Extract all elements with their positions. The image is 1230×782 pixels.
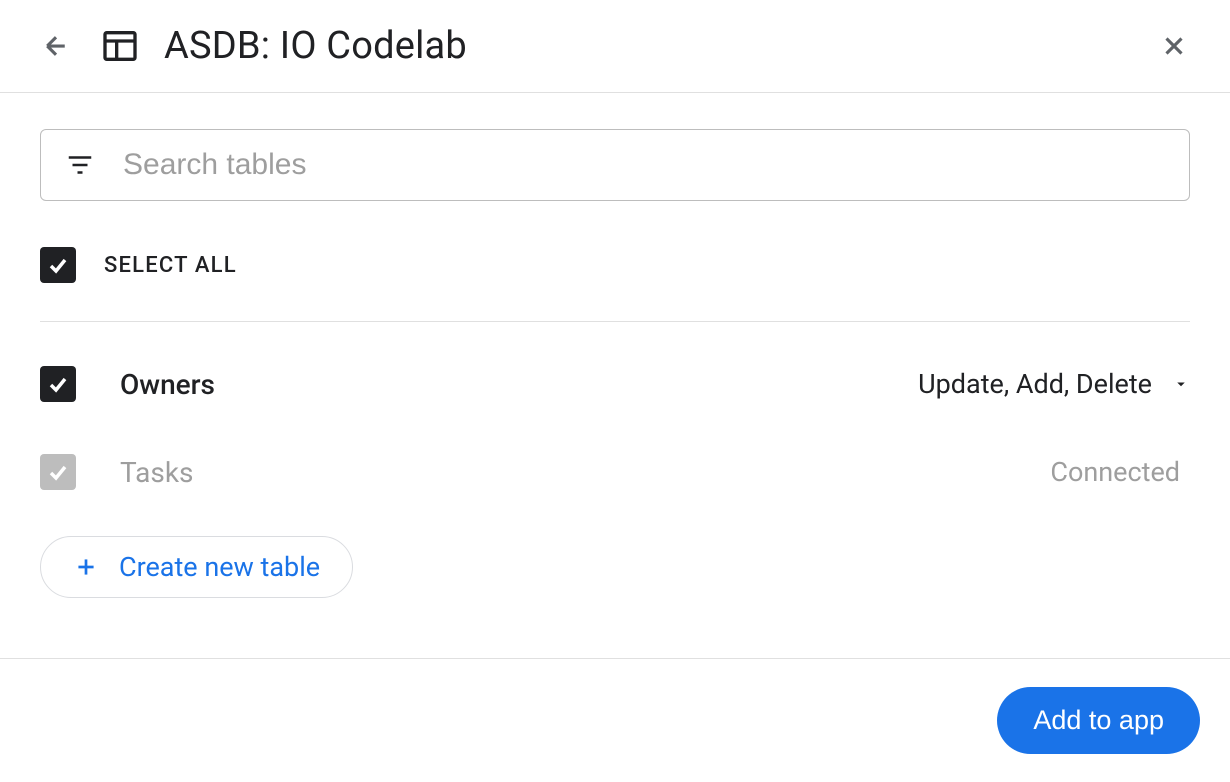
filter-icon [65,150,95,180]
table-name-owners: Owners [120,368,215,401]
back-arrow-icon[interactable] [40,30,72,62]
plus-icon [73,554,99,580]
select-all-label: SELECT ALL [104,253,237,278]
search-box[interactable] [40,129,1190,201]
permissions-label: Update, Add, Delete [918,368,1152,400]
database-icon [100,26,140,66]
header: ASDB: IO Codelab [0,0,1230,93]
close-icon[interactable] [1158,30,1190,62]
page-title: ASDB: IO Codelab [164,24,467,68]
content-area: SELECT ALL Owners Update, Add, Delete Ta… [0,93,1230,598]
search-input[interactable] [123,148,1165,182]
chevron-down-icon [1172,375,1190,393]
create-new-table-button[interactable]: Create new table [40,536,353,598]
table-row: Owners Update, Add, Delete [40,340,1190,428]
select-all-row: SELECT ALL [40,247,1190,322]
select-all-checkbox[interactable] [40,247,76,283]
table-name-tasks: Tasks [120,456,194,489]
create-table-label: Create new table [119,551,320,583]
permissions-dropdown[interactable]: Update, Add, Delete [918,368,1190,400]
table-status: Connected [1050,456,1190,488]
footer: Add to app [0,658,1230,782]
add-to-app-button[interactable]: Add to app [997,687,1200,754]
table-row: Tasks Connected [40,428,1190,516]
table-checkbox-tasks[interactable] [40,454,76,490]
table-checkbox-owners[interactable] [40,366,76,402]
